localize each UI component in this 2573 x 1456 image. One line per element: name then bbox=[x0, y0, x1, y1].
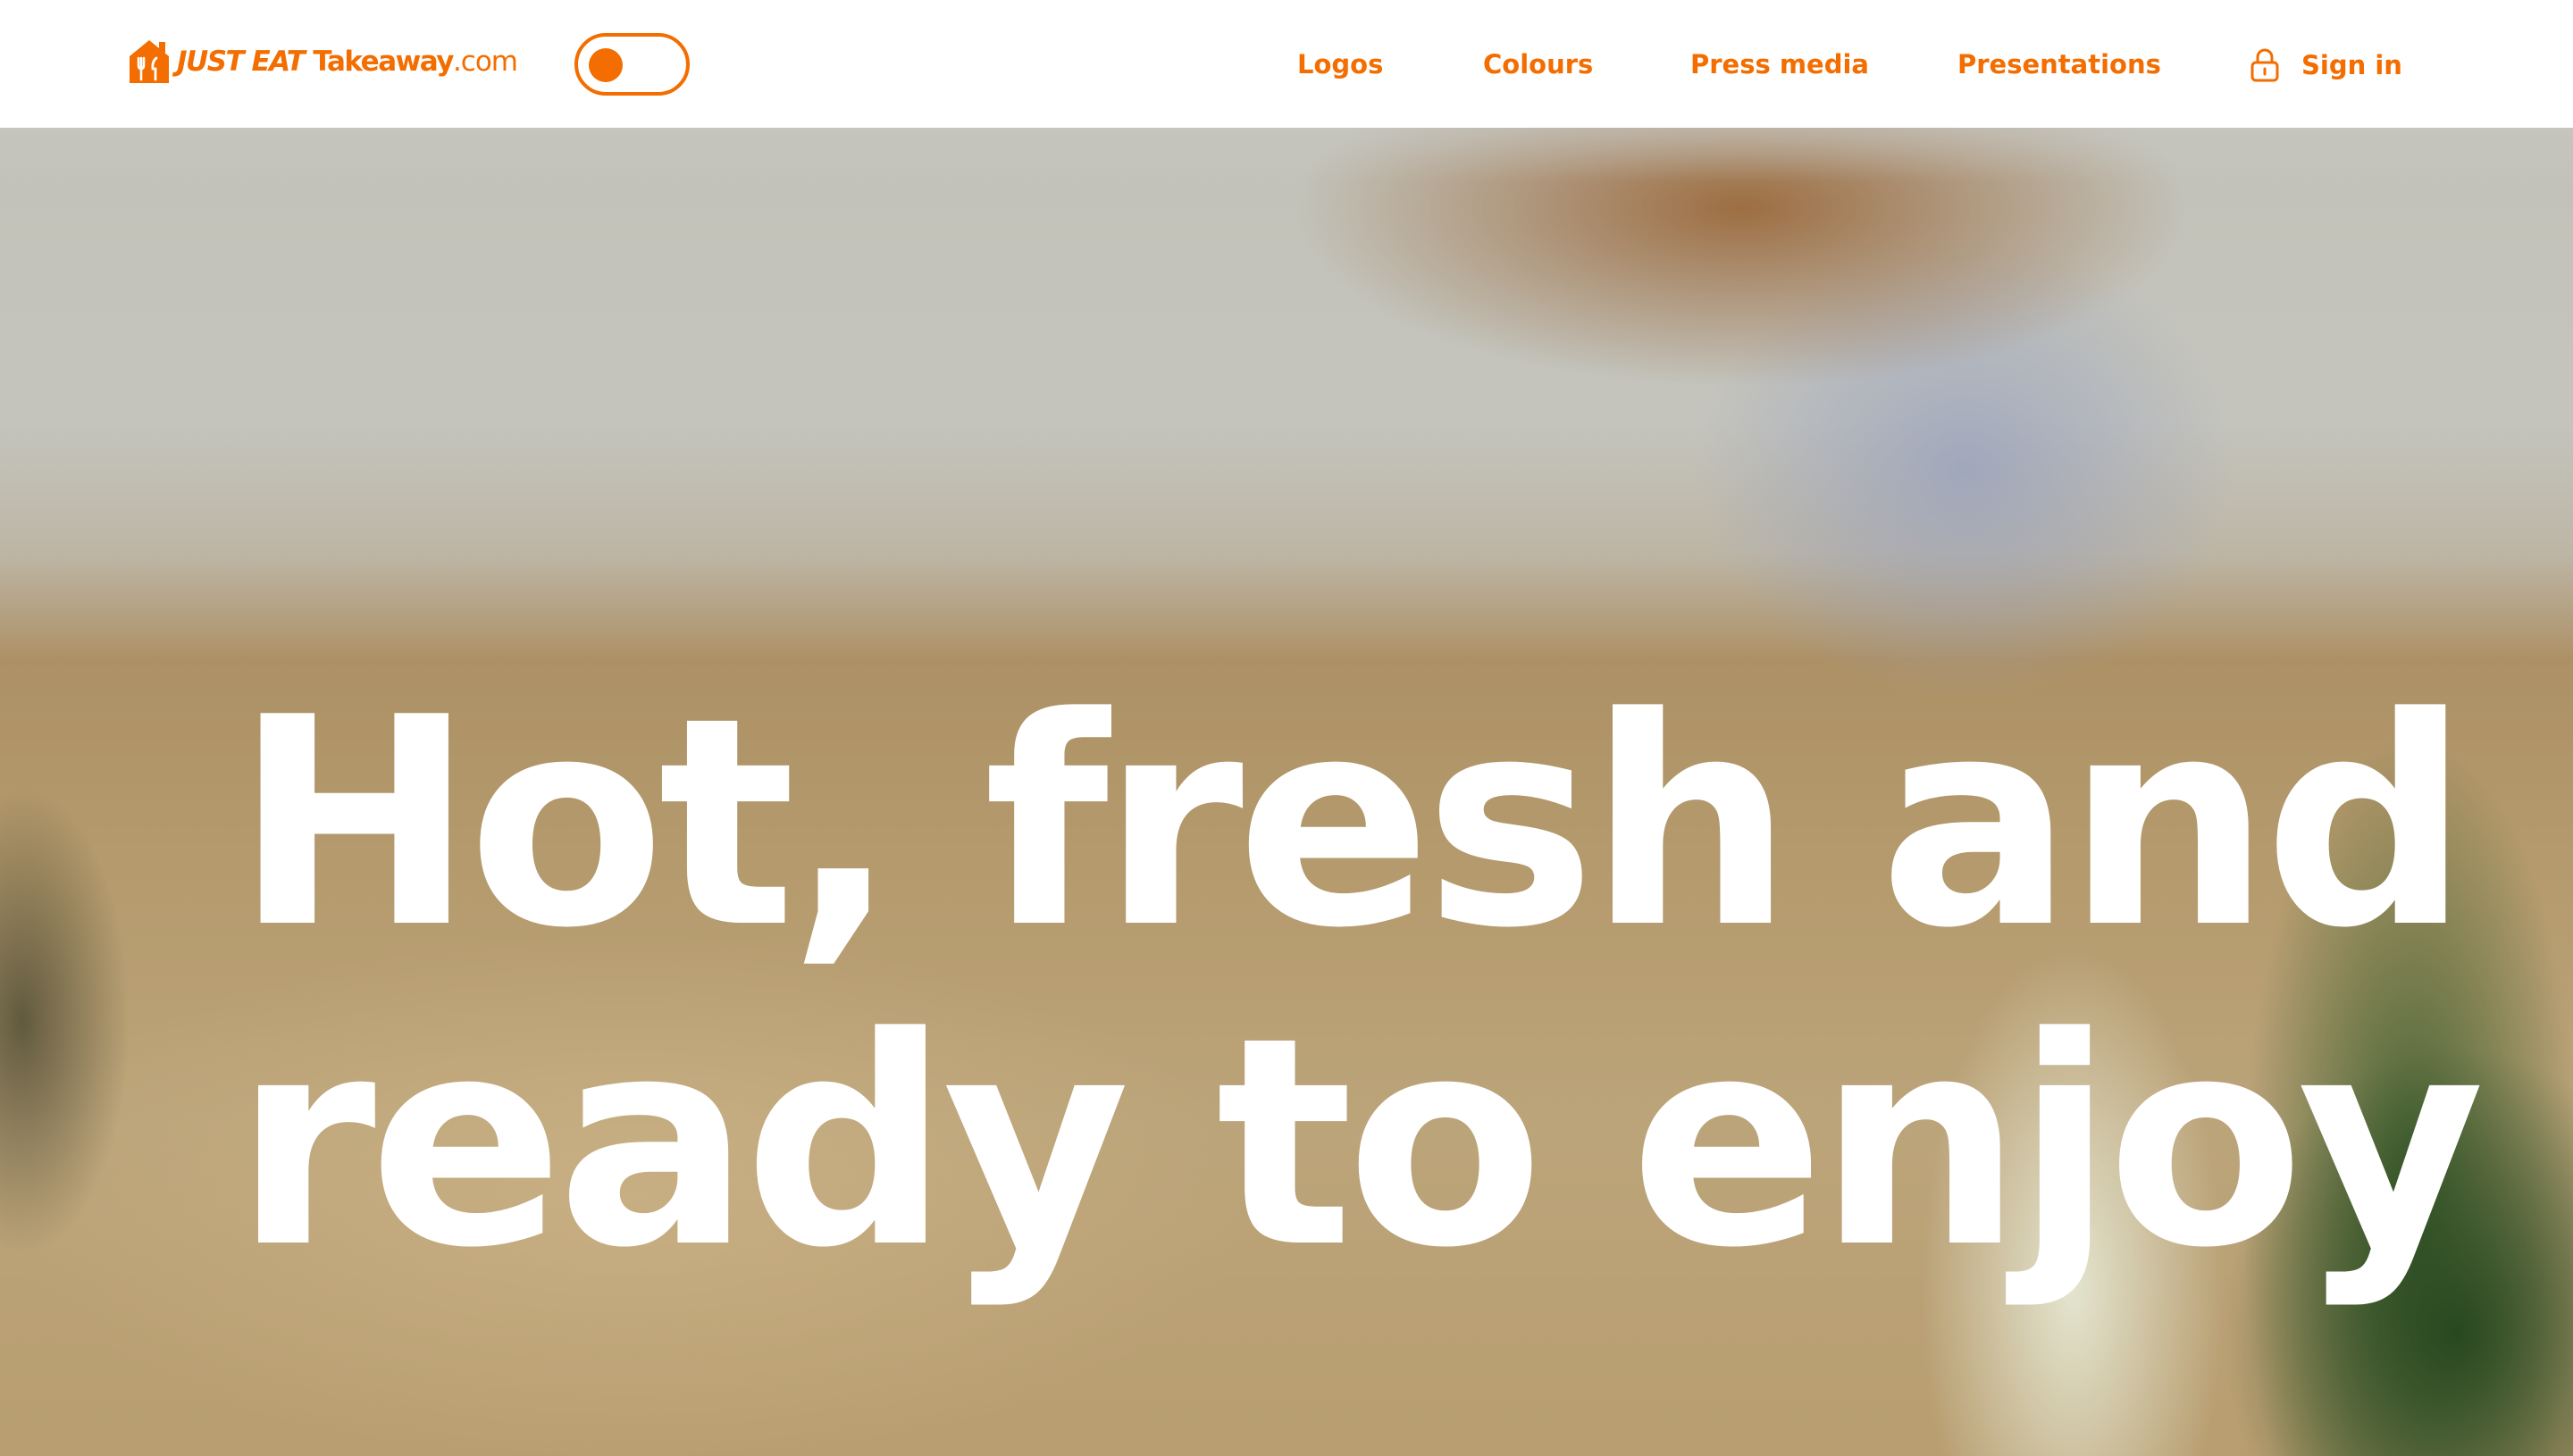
sign-in-link[interactable]: Sign in bbox=[2250, 47, 2402, 83]
nav-link-colours[interactable]: Colours bbox=[1483, 47, 1593, 81]
hero-banner: Hot, fresh and ready to enjoy bbox=[0, 128, 2573, 1456]
nav-link-presentations[interactable]: Presentations bbox=[1957, 47, 2161, 81]
lock-icon bbox=[2250, 48, 2279, 82]
nav-link-press-media[interactable]: Press media bbox=[1690, 47, 1869, 81]
hero-background-image bbox=[0, 128, 2573, 181]
nav-link-logos[interactable]: Logos bbox=[1297, 47, 1383, 81]
main-nav: Logos Colours Press media Presentations … bbox=[0, 0, 2573, 128]
sign-in-label: Sign in bbox=[2301, 50, 2402, 80]
hero-title: Hot, fresh and ready to enjoy bbox=[234, 664, 2557, 1303]
site-header: JUST EAT Takeaway .com Logos Colours Pre… bbox=[0, 0, 2573, 128]
hero-title-line-2: ready to enjoy bbox=[234, 975, 2485, 1310]
hero-title-line-1: Hot, fresh and bbox=[234, 656, 2469, 991]
